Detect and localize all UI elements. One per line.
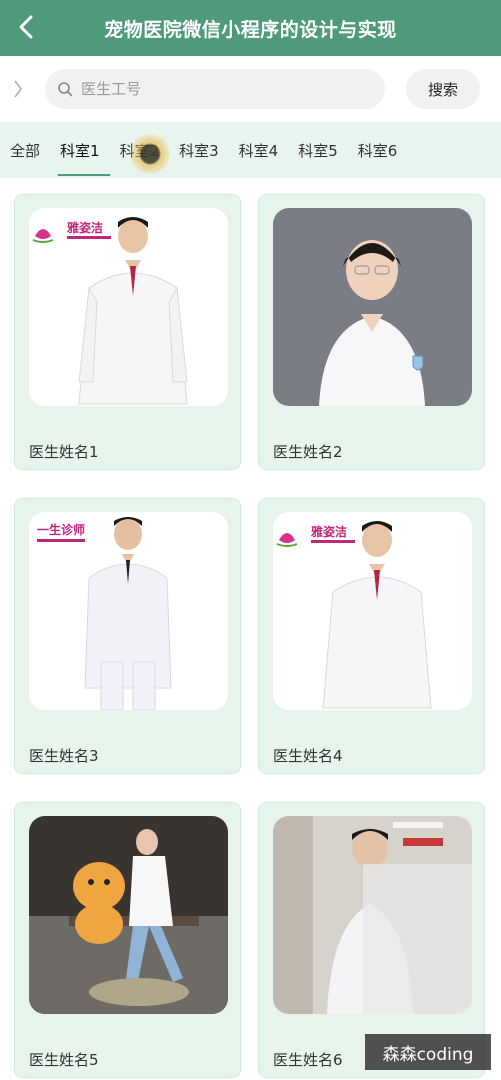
chevron-left-icon [19,15,33,39]
svg-text:一生诊师: 一生诊师 [37,522,85,537]
tab-dept-6[interactable]: 科室6 [348,122,408,178]
doctor-card[interactable]: 医生姓名2 [258,194,485,470]
search-bar: 搜索 [0,56,501,122]
doctor-grid: 雅姿洁 医生姓名1 医生姓名2 一生诊师 医生姓名3 雅姿洁 医生姓名4 医生姓… [0,178,501,1080]
doctor-name: 医生姓名3 [29,747,99,765]
doctor-name: 医生姓名4 [273,747,343,765]
watermark: 森森coding [365,1034,491,1070]
search-input[interactable] [81,80,351,98]
doctor-photo: 雅姿洁 [273,512,472,710]
doctor-photo: 雅姿洁 [29,208,228,406]
doctor-card[interactable]: 雅姿洁 医生姓名1 [14,194,241,470]
tab-dept-1[interactable]: 科室1 [50,122,110,178]
doctor-photo [273,208,472,406]
doctor-name: 医生姓名6 [273,1051,343,1069]
tab-dept-4[interactable]: 科室4 [229,122,289,178]
tab-dept-3[interactable]: 科室3 [169,122,229,178]
doctor-name: 医生姓名5 [29,1051,99,1069]
touch-indicator [130,134,170,174]
brand-logo: 一生诊师 [37,522,85,542]
nav-header: 宠物医院微信小程序的设计与实现 [0,0,501,56]
page-title: 宠物医院微信小程序的设计与实现 [104,18,397,41]
search-icon [58,82,73,97]
tab-all[interactable]: 全部 [0,122,50,178]
doctor-photo: 一生诊师 [29,512,228,710]
back-button[interactable] [12,10,40,44]
svg-text:雅姿洁: 雅姿洁 [310,524,347,539]
search-field[interactable] [45,69,385,109]
doctor-name: 医生姓名2 [273,443,343,461]
svg-text:雅姿洁: 雅姿洁 [66,220,103,235]
tab-dept-5[interactable]: 科室5 [288,122,348,178]
chevron-right-icon[interactable] [8,76,28,102]
doctor-card[interactable]: 雅姿洁 医生姓名4 [258,498,485,774]
department-tabs: 全部 科室1 科室2 科室3 科室4 科室5 科室6 [0,122,501,178]
doctor-name: 医生姓名1 [29,443,99,461]
doctor-photo [273,816,472,1014]
doctor-card[interactable]: 医生姓名5 [14,802,241,1078]
search-button[interactable]: 搜索 [406,69,480,109]
doctor-card[interactable]: 一生诊师 医生姓名3 [14,498,241,774]
doctor-photo [29,816,228,1014]
